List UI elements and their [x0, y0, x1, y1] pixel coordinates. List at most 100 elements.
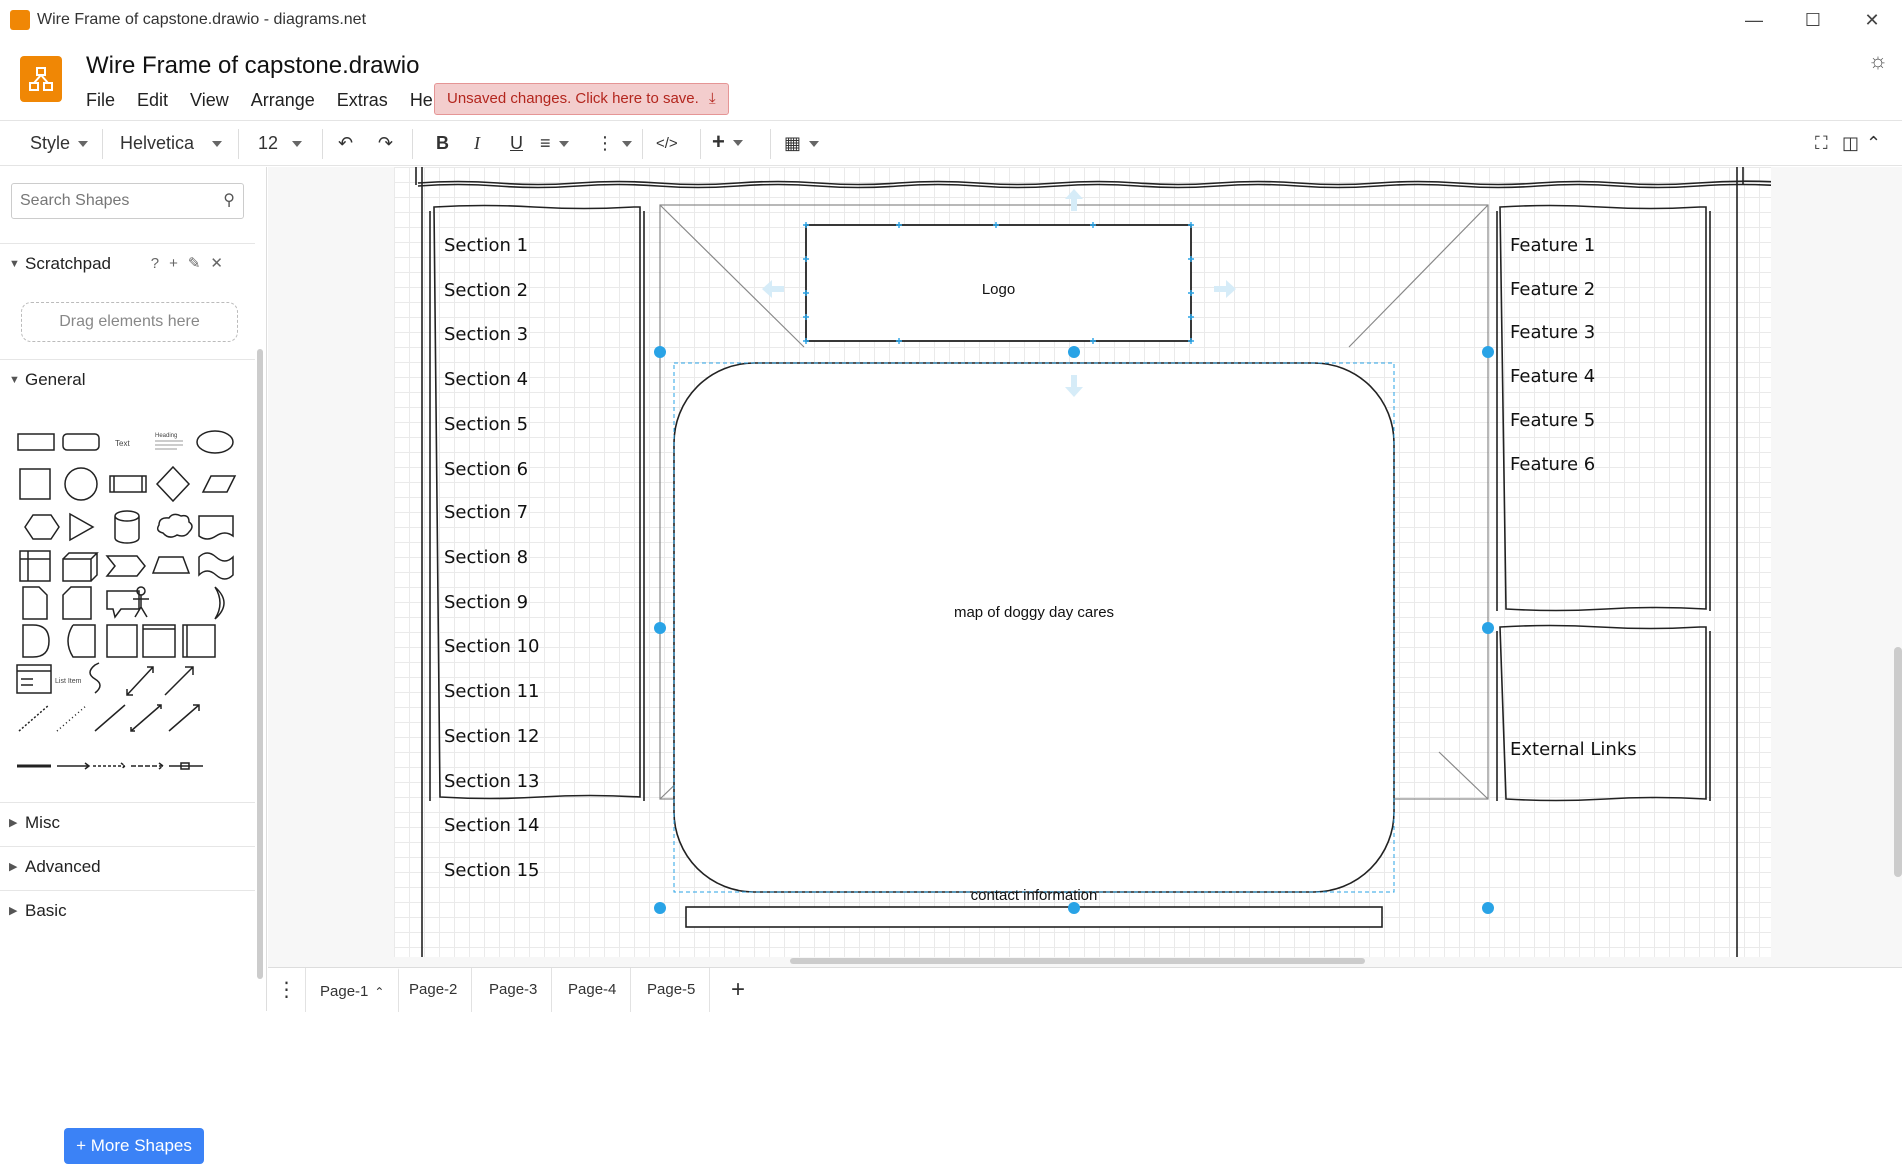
chevron-up-icon: ⌃	[374, 985, 385, 999]
download-icon: ⤓	[708, 90, 716, 107]
tab-label: Page-1	[320, 983, 369, 1000]
advanced-label: Advanced	[25, 857, 101, 876]
section-label[interactable]: Section 3	[444, 324, 528, 345]
feature-label[interactable]: Feature 4	[1510, 366, 1595, 387]
basic-header[interactable]: ▶ Basic	[0, 890, 255, 930]
more-shapes-button[interactable]: + More Shapes	[64, 1128, 204, 1164]
section-label[interactable]: Section 1	[444, 235, 528, 256]
toolbar: Style Helvetica 12 ↶ ↷ B I U ≡ ⋮ </> + ▦…	[0, 120, 1902, 166]
feature-label[interactable]: Feature 1	[1510, 235, 1595, 256]
tab-page-2[interactable]: Page-2	[395, 968, 473, 1012]
feature-label[interactable]: Feature 5	[1510, 410, 1595, 431]
feature-label[interactable]: Feature 2	[1510, 279, 1595, 300]
underline-icon[interactable]: U	[510, 133, 523, 154]
font-dropdown[interactable]: Helvetica	[120, 133, 223, 154]
tab-page-5[interactable]: Page-5	[633, 968, 711, 1012]
general-label: General	[25, 370, 86, 389]
contact-information-bar[interactable]: contact information	[686, 887, 1382, 904]
code-icon[interactable]: </>	[656, 135, 678, 152]
section-label[interactable]: Section 15	[444, 860, 540, 881]
general-header[interactable]: ▼ General	[0, 359, 255, 399]
text-shape-label: Text	[115, 439, 130, 448]
canvas-vertical-scrollbar[interactable]	[1894, 647, 1902, 877]
pages-menu-icon[interactable]: ⋮	[268, 968, 306, 1012]
expand-triangle-icon: ▶	[9, 905, 18, 917]
menu-view[interactable]: View	[190, 90, 229, 111]
maximize-button[interactable]: ☐	[1793, 8, 1833, 32]
style-dropdown[interactable]: Style	[30, 133, 89, 154]
section-label[interactable]: Section 14	[444, 815, 540, 836]
section-label[interactable]: Section 2	[444, 280, 528, 301]
tab-page-1[interactable]: Page-1 ⌃	[306, 968, 400, 1012]
align-icon[interactable]: ≡	[540, 133, 569, 154]
document-title[interactable]: Wire Frame of capstone.drawio	[86, 52, 419, 80]
collapse-triangle-icon: ▼	[9, 374, 20, 386]
font-label: Helvetica	[120, 133, 195, 153]
section-label[interactable]: Section 13	[444, 771, 540, 792]
section-label[interactable]: Section 12	[444, 726, 540, 747]
italic-icon[interactable]: I	[474, 133, 480, 154]
section-label[interactable]: Section 9	[444, 592, 528, 613]
collapse-triangle-icon: ▼	[9, 258, 20, 270]
tab-page-3[interactable]: Page-3	[475, 968, 553, 1012]
misc-header[interactable]: ▶ Misc	[0, 802, 255, 842]
misc-label: Misc	[25, 813, 60, 832]
window-title: Wire Frame of capstone.drawio - diagrams…	[37, 11, 367, 28]
external-links-label[interactable]: External Links	[1510, 739, 1637, 760]
drawio-logo[interactable]	[20, 56, 62, 102]
search-placeholder: Search Shapes	[20, 192, 130, 209]
table-icon[interactable]: ▦	[784, 133, 820, 154]
scratchpad-dropzone[interactable]: Drag elements here	[21, 302, 238, 342]
insert-icon[interactable]: +	[712, 129, 743, 155]
scratchpad-tools[interactable]: ?+✎✕	[151, 244, 233, 284]
canvas-horizontal-scrollbar[interactable]	[790, 958, 1365, 964]
menu-extras[interactable]: Extras	[337, 90, 388, 111]
unsaved-changes-button[interactable]: Unsaved changes. Click here to save. ⤓	[434, 83, 729, 115]
close-button[interactable]: ✕	[1852, 8, 1892, 32]
section-label[interactable]: Section 4	[444, 369, 528, 390]
advanced-header[interactable]: ▶ Advanced	[0, 846, 255, 886]
app-icon	[10, 10, 30, 30]
diagram-page[interactable]: Section 1 Section 2 Section 3 Section 4 …	[394, 167, 1771, 957]
diagram-canvas[interactable]: Section 1 Section 2 Section 3 Section 4 …	[268, 167, 1902, 967]
section-label[interactable]: Section 5	[444, 414, 528, 435]
minimize-button[interactable]: —	[1734, 8, 1774, 32]
section-label[interactable]: Section 11	[444, 681, 540, 702]
page-tabs-bar: ⋮ Page-1 ⌃ Page-2 Page-3 Page-4 Page-5 +	[268, 967, 1902, 1012]
menu-file[interactable]: File	[86, 90, 115, 111]
scratchpad-header[interactable]: ▼ Scratchpad ?+✎✕	[0, 243, 255, 283]
sidebar-scrollbar[interactable]	[257, 349, 263, 979]
map-placeholder[interactable]: map of doggy day cares	[674, 604, 1394, 621]
app-header: Wire Frame of capstone.drawio File Edit …	[0, 40, 1902, 120]
expand-triangle-icon: ▶	[9, 861, 18, 873]
section-label[interactable]: Section 8	[444, 547, 528, 568]
section-label[interactable]: Section 6	[444, 459, 528, 480]
section-label[interactable]: Section 10	[444, 636, 540, 657]
theme-toggle-icon[interactable]: ☼	[1868, 48, 1888, 74]
menu-bar: File Edit View Arrange Extras Help	[86, 90, 469, 111]
section-label[interactable]: Section 7	[444, 502, 528, 523]
fullscreen-icon[interactable]: ⛶	[1815, 133, 1828, 154]
collapse-icon[interactable]: ⌃	[1866, 133, 1881, 154]
general-shapes-palette[interactable]: Text Heading List Item	[15, 419, 245, 799]
feature-label[interactable]: Feature 3	[1510, 322, 1595, 343]
bold-icon[interactable]: B	[436, 133, 449, 154]
feature-label[interactable]: Feature 6	[1510, 454, 1595, 475]
more-vertical-icon[interactable]: ⋮	[596, 133, 632, 154]
shapes-sidebar: Search Shapes ⚲ ▼ Scratchpad ?+✎✕ Drag e…	[0, 167, 267, 1164]
menu-arrange[interactable]: Arrange	[251, 90, 315, 111]
logo-placeholder[interactable]: Logo	[806, 281, 1191, 298]
basic-label: Basic	[25, 901, 67, 920]
style-label: Style	[30, 133, 71, 153]
undo-icon[interactable]: ↶	[338, 133, 353, 154]
title-bar: Wire Frame of capstone.drawio - diagrams…	[0, 0, 1902, 40]
diagram-icon	[29, 67, 53, 91]
format-panel-icon[interactable]: ◫	[1842, 133, 1859, 154]
add-page-icon[interactable]: +	[717, 968, 759, 1012]
font-size-dropdown[interactable]: 12	[258, 133, 303, 154]
menu-edit[interactable]: Edit	[137, 90, 168, 111]
search-shapes-input[interactable]: Search Shapes ⚲	[11, 183, 244, 219]
tab-page-4[interactable]: Page-4	[554, 968, 632, 1012]
list-item-shape-label: List Item	[55, 678, 82, 685]
redo-icon[interactable]: ↷	[378, 133, 393, 154]
